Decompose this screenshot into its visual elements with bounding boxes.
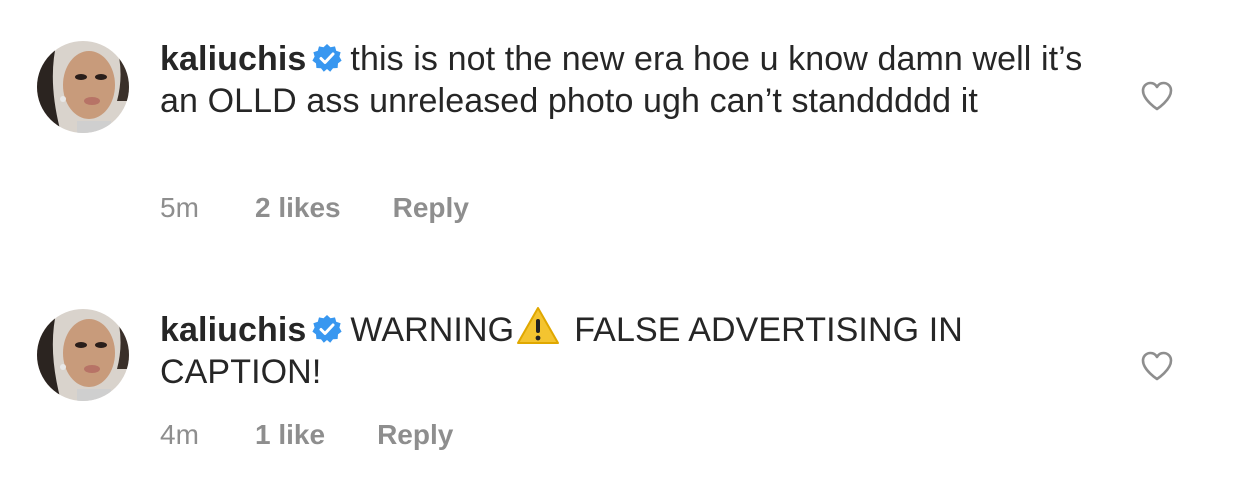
avatar[interactable] [37, 309, 129, 401]
comment-text-block: kaliuchis WARNING FALSE ADVERTISING IN CAP… [160, 306, 1090, 393]
comment-text-block: kaliuchis this is not the new era hoe u k… [160, 38, 1090, 122]
warning-emoji-icon [516, 306, 560, 346]
comment-likes-link[interactable]: 2 likes [255, 192, 341, 224]
heart-outline-icon[interactable] [1140, 350, 1174, 382]
comment-likes-link[interactable]: 1 like [255, 419, 325, 451]
comment-timestamp: 5m [160, 192, 199, 223]
comment-timestamp: 4m [160, 419, 199, 450]
avatar[interactable] [37, 41, 129, 133]
reply-button[interactable]: Reply [393, 192, 469, 224]
comment-meta: 4m 1 like Reply [160, 419, 453, 451]
username[interactable]: kaliuchis [160, 311, 306, 349]
heart-outline-icon[interactable] [1140, 80, 1174, 112]
reply-button[interactable]: Reply [377, 419, 453, 451]
verified-badge-icon [312, 312, 343, 343]
verified-badge-icon [312, 41, 343, 72]
comment-meta: 5m 2 likes Reply [160, 192, 469, 224]
comment-text-warning: WARNING [350, 311, 515, 349]
username[interactable]: kaliuchis [160, 40, 306, 78]
